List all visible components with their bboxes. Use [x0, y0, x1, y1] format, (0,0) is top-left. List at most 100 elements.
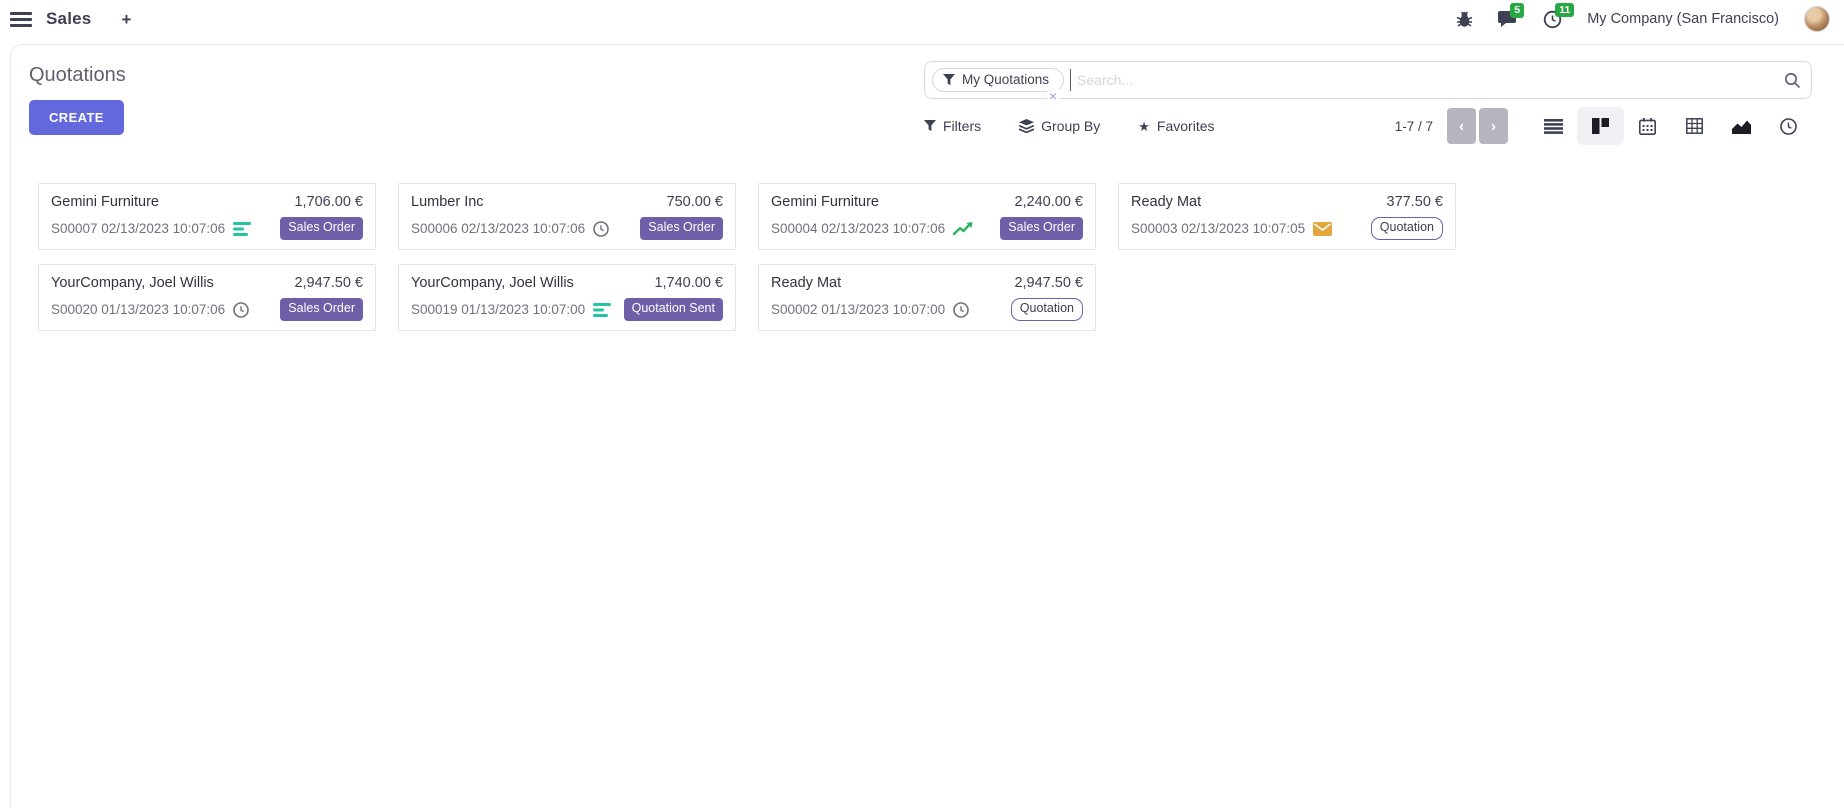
- card-top-row: YourCompany, Joel Willis 1,740.00 €: [411, 275, 723, 291]
- status-badge: Quotation: [1371, 217, 1443, 240]
- messages-icon[interactable]: 5: [1498, 10, 1518, 28]
- card-top-row: Lumber Inc 750.00 €: [411, 194, 723, 210]
- status-badge: Sales Order: [280, 298, 363, 321]
- order-reference: S00007 02/13/2023 10:07:06: [51, 221, 225, 236]
- quotation-card[interactable]: Gemini Furniture 1,706.00 € S00007 02/13…: [38, 183, 376, 250]
- facet-remove-icon[interactable]: ×: [1047, 89, 1059, 103]
- activity-clock-icon[interactable]: [593, 221, 609, 237]
- calendar-view-button[interactable]: [1624, 107, 1671, 145]
- card-top-row: Ready Mat 2,947.50 €: [771, 275, 1083, 291]
- messages-count-badge: 5: [1510, 3, 1524, 18]
- activity-clock-icon[interactable]: [233, 302, 249, 318]
- quotation-card[interactable]: Ready Mat 377.50 € S00003 02/13/2023 10:…: [1118, 183, 1456, 250]
- pivot-view-button[interactable]: [1671, 107, 1718, 145]
- content-panel: Quotations CREATE My Quotations: [10, 44, 1844, 808]
- order-reference: S00020 01/13/2023 10:07:06: [51, 302, 225, 317]
- card-bottom-row: S00006 02/13/2023 10:07:06 Sales Order: [411, 217, 723, 240]
- star-icon: ★: [1138, 120, 1150, 133]
- search-and-controls: My Quotations × Filters: [924, 61, 1812, 148]
- list-view-icon: [1544, 119, 1563, 134]
- filters-button[interactable]: Filters: [924, 118, 981, 134]
- favorites-button[interactable]: ★ Favorites: [1138, 118, 1214, 134]
- layers-icon: [1019, 119, 1034, 133]
- card-amount: 1,740.00 €: [654, 275, 723, 291]
- filters-label: Filters: [943, 118, 981, 134]
- order-reference: S00004 02/13/2023 10:07:06: [771, 221, 945, 236]
- card-bottom-row: S00004 02/13/2023 10:07:06 Sales Order: [771, 217, 1083, 240]
- breadcrumb-area: Quotations CREATE: [29, 61, 126, 135]
- activity-list-teal-icon[interactable]: [233, 222, 252, 236]
- company-switcher[interactable]: My Company (San Francisco): [1587, 11, 1779, 27]
- status-badge: Quotation: [1011, 298, 1083, 321]
- card-bottom-row: S00019 01/13/2023 10:07:00 Quotation Sen…: [411, 298, 723, 321]
- activity-clock-icon[interactable]: [953, 302, 969, 318]
- view-switcher: [1530, 107, 1812, 145]
- activities-clock-icon[interactable]: 11: [1543, 10, 1562, 29]
- customer-name: Lumber Inc: [411, 194, 484, 210]
- search-facet-my-quotations[interactable]: My Quotations: [932, 68, 1064, 92]
- page-title: Quotations: [29, 64, 126, 87]
- activity-view-button[interactable]: [1765, 107, 1812, 145]
- order-reference: S00019 01/13/2023 10:07:00: [411, 302, 585, 317]
- create-button[interactable]: CREATE: [29, 100, 124, 135]
- calendar-view-icon: [1639, 118, 1656, 135]
- customer-name: Ready Mat: [771, 275, 841, 291]
- activity-chart-up-icon[interactable]: [953, 221, 973, 236]
- group-by-button[interactable]: Group By: [1019, 118, 1100, 134]
- quotation-card[interactable]: Ready Mat 2,947.50 € S00002 01/13/2023 1…: [758, 264, 1096, 331]
- apps-menu-icon[interactable]: [10, 12, 32, 27]
- activity-view-icon: [1780, 118, 1797, 135]
- search-input[interactable]: [1071, 72, 1784, 88]
- pager-previous-button[interactable]: ‹: [1447, 108, 1476, 144]
- user-avatar[interactable]: [1804, 6, 1830, 32]
- customer-name: Gemini Furniture: [771, 194, 879, 210]
- card-top-row: Gemini Furniture 1,706.00 €: [51, 194, 363, 210]
- order-reference: S00003 02/13/2023 10:07:05: [1131, 221, 1305, 236]
- search-bar[interactable]: My Quotations ×: [924, 61, 1812, 99]
- pager-range: 1-7 / 7: [1395, 119, 1433, 134]
- activity-envelope-icon[interactable]: [1313, 222, 1332, 236]
- status-badge: Sales Order: [640, 217, 723, 240]
- filter-funnel-icon: [924, 120, 936, 132]
- graph-view-button[interactable]: [1718, 107, 1765, 145]
- filter-funnel-icon: [943, 74, 955, 86]
- order-reference: S00006 02/13/2023 10:07:06: [411, 221, 585, 236]
- card-top-row: YourCompany, Joel Willis 2,947.50 €: [51, 275, 363, 291]
- plus-icon[interactable]: +: [121, 11, 131, 28]
- card-top-row: Gemini Furniture 2,240.00 €: [771, 194, 1083, 210]
- activities-count-badge: 11: [1555, 3, 1574, 18]
- group-by-label: Group By: [1041, 118, 1100, 134]
- card-amount: 2,240.00 €: [1014, 194, 1083, 210]
- quotation-card[interactable]: YourCompany, Joel Willis 1,740.00 € S000…: [398, 264, 736, 331]
- card-bottom-row: S00002 01/13/2023 10:07:00 Quotation: [771, 298, 1083, 321]
- quotation-card[interactable]: YourCompany, Joel Willis 2,947.50 € S000…: [38, 264, 376, 331]
- quotation-card[interactable]: Lumber Inc 750.00 € S00006 02/13/2023 10…: [398, 183, 736, 250]
- pager-next-button[interactable]: ›: [1479, 108, 1508, 144]
- order-reference: S00002 01/13/2023 10:07:00: [771, 302, 945, 317]
- status-badge: Quotation Sent: [624, 298, 723, 321]
- graph-view-icon: [1732, 119, 1751, 134]
- activity-list-teal-icon[interactable]: [593, 303, 612, 317]
- magnifier-icon[interactable]: [1784, 72, 1801, 89]
- list-view-button[interactable]: [1530, 107, 1577, 145]
- card-amount: 2,947.50 €: [1014, 275, 1083, 291]
- quotation-card[interactable]: Gemini Furniture 2,240.00 € S00004 02/13…: [758, 183, 1096, 250]
- card-amount: 377.50 €: [1387, 194, 1443, 210]
- customer-name: YourCompany, Joel Willis: [51, 275, 214, 291]
- card-amount: 1,706.00 €: [294, 194, 363, 210]
- card-bottom-row: S00003 02/13/2023 10:07:05 Quotation: [1131, 217, 1443, 240]
- kanban-view-button[interactable]: [1577, 107, 1624, 145]
- status-badge: Sales Order: [1000, 217, 1083, 240]
- card-amount: 2,947.50 €: [294, 275, 363, 291]
- status-badge: Sales Order: [280, 217, 363, 240]
- kanban-grid: Gemini Furniture 1,706.00 € S00007 02/13…: [29, 183, 1812, 331]
- customer-name: YourCompany, Joel Willis: [411, 275, 574, 291]
- card-top-row: Ready Mat 377.50 €: [1131, 194, 1443, 210]
- topbar-right: 5 11 My Company (San Francisco): [1456, 6, 1830, 32]
- app-name[interactable]: Sales: [46, 9, 91, 29]
- control-panel: Quotations CREATE My Quotations: [29, 61, 1812, 148]
- kanban-view-icon: [1592, 118, 1609, 134]
- bug-icon[interactable]: [1456, 11, 1473, 28]
- card-bottom-row: S00020 01/13/2023 10:07:06 Sales Order: [51, 298, 363, 321]
- customer-name: Ready Mat: [1131, 194, 1201, 210]
